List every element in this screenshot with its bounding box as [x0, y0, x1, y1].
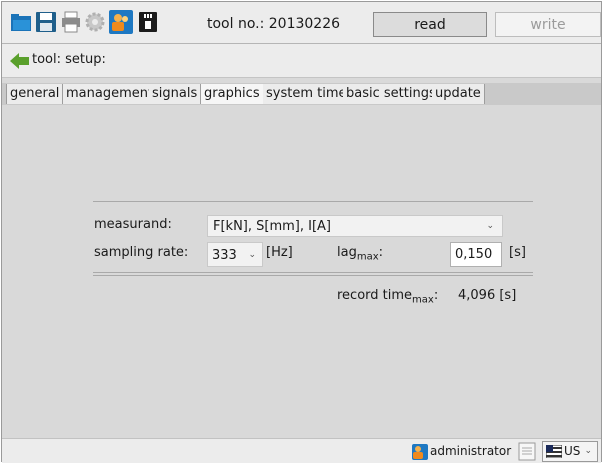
divider — [93, 201, 533, 202]
chevron-down-icon: ⌄ — [486, 221, 494, 231]
sampling-rate-value: 333 — [212, 248, 237, 263]
tab-update[interactable]: update — [432, 84, 485, 104]
lag-max-input[interactable]: 0,150 — [450, 242, 502, 267]
user-group-icon[interactable] — [109, 10, 133, 34]
tab-general[interactable]: general — [6, 84, 64, 104]
settings-gear-icon[interactable] — [84, 11, 106, 33]
print-icon[interactable] — [60, 11, 82, 33]
locale-select[interactable]: US ⌄ — [542, 441, 598, 462]
tab-basic-settings[interactable]: basic settings — [343, 84, 440, 104]
write-button[interactable]: write — [495, 12, 601, 37]
folder-open-icon[interactable] — [10, 11, 32, 33]
record-time-value: 4,096 [s] — [458, 288, 517, 303]
read-button[interactable]: read — [373, 12, 487, 37]
divider — [93, 272, 533, 273]
user-icon — [412, 444, 428, 460]
chevron-down-icon: ⌄ — [248, 250, 256, 260]
chevron-down-icon: ⌄ — [584, 446, 592, 456]
lag-label-text: lag — [337, 245, 357, 260]
measurand-value: F[kN], S[mm], I[A] — [213, 219, 331, 234]
lag-label-sub: max — [356, 251, 379, 263]
tab-graphics[interactable]: graphics — [201, 84, 264, 104]
lag-max-value: 0,150 — [455, 247, 493, 262]
sampling-rate-label: sampling rate: — [94, 245, 189, 260]
tab-management[interactable]: management — [63, 84, 158, 104]
tab-signals[interactable]: signals — [149, 84, 202, 104]
measurand-label: measurand: — [94, 217, 172, 232]
status-bar: administrator US ⌄ — [2, 438, 601, 463]
locale-value: US — [564, 444, 581, 458]
record-label-colon: : — [433, 288, 439, 303]
back-arrow-icon[interactable] — [10, 51, 30, 71]
toolbar: tool no.: 20130226 read write — [2, 2, 601, 44]
sampling-rate-unit: [Hz] — [266, 245, 293, 260]
measurand-select[interactable]: F[kN], S[mm], I[A] ⌄ — [207, 215, 503, 237]
tab-system-time[interactable]: system time — [263, 84, 351, 104]
flag-us-icon — [546, 445, 562, 458]
app-window: tool no.: 20130226 read write tool: setu… — [1, 1, 602, 463]
save-icon[interactable] — [35, 11, 57, 33]
record-time-label: record timemax: — [337, 288, 438, 306]
user-name: administrator — [430, 444, 512, 458]
divider — [93, 275, 533, 276]
lag-label-colon: : — [378, 245, 384, 260]
document-icon[interactable] — [518, 442, 536, 461]
record-label-text: record time — [337, 288, 413, 303]
sd-card-icon[interactable] — [137, 11, 159, 33]
breadcrumb: tool: setup: — [32, 52, 106, 67]
tool-number: tool no.: 20130226 — [207, 16, 341, 32]
lag-max-unit: [s] — [509, 245, 526, 260]
sampling-rate-select[interactable]: 333 ⌄ — [207, 242, 263, 267]
lag-max-label: lagmax: — [337, 245, 383, 263]
record-label-sub: max — [412, 294, 434, 306]
graphics-panel: measurand: F[kN], S[mm], I[A] ⌄ sampling… — [2, 105, 601, 437]
